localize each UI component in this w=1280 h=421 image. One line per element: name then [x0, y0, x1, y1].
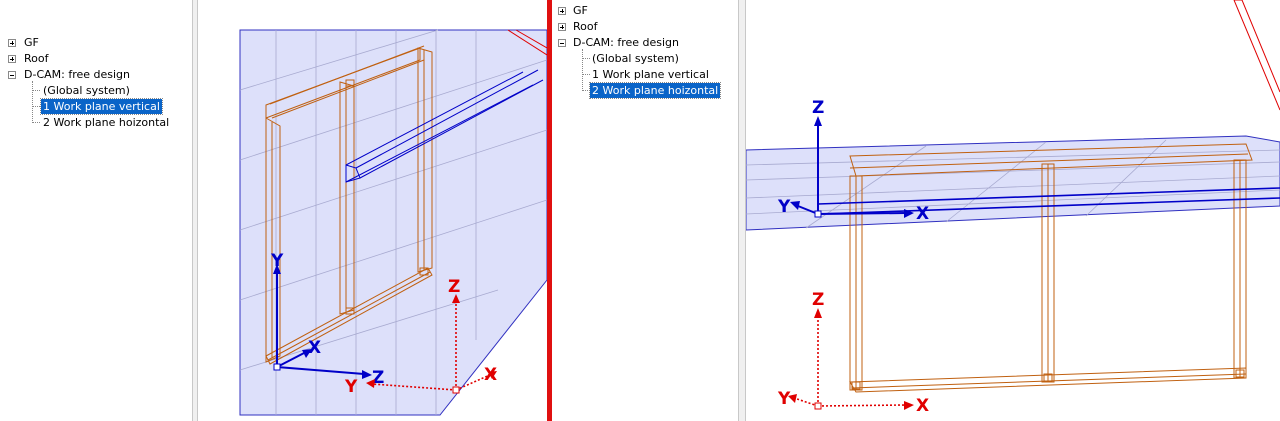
tree-item-label: 2 Work plane hoizontal — [588, 82, 722, 99]
global-axis-label-x: X — [484, 365, 497, 385]
global-axis-label-y: Y — [777, 389, 791, 409]
expand-icon[interactable] — [8, 55, 16, 63]
left-3d-viewport[interactable]: Y X Z Z Y X — [198, 0, 547, 421]
tree-item-gf[interactable]: GF — [552, 3, 736, 19]
axis-label-x: X — [308, 338, 321, 358]
global-axis-label-y: Y — [344, 377, 358, 397]
tree-item-roof[interactable]: Roof — [0, 51, 190, 67]
tree-item-global-system[interactable]: (Global system) — [552, 51, 736, 67]
tree-item-label: Roof — [573, 20, 598, 33]
axis-label-z: Z — [812, 98, 824, 118]
right-scene: Z Y X Z Y X — [746, 0, 1280, 416]
global-axis-label-z: Z — [448, 277, 460, 297]
tree-item-label: 1 Work plane vertical — [40, 98, 163, 115]
collapse-icon[interactable] — [558, 39, 566, 47]
tree-item-label: 1 Work plane vertical — [592, 68, 709, 81]
tree-item-work-plane-horizontal[interactable]: 2 Work plane hoizontal — [0, 115, 190, 131]
global-axis-label-x: X — [916, 396, 929, 416]
tree-item-global-system[interactable]: (Global system) — [0, 83, 190, 99]
tree-item-label: GF — [573, 4, 588, 17]
left-scene: Y X Z Z Y X — [239, 29, 547, 416]
axis-label-y: Y — [270, 251, 284, 271]
tree-item-dcam[interactable]: D-CAM: free design — [552, 35, 736, 51]
tree-item-label: 2 Work plane hoizontal — [43, 116, 170, 129]
axis-label-x: X — [916, 204, 929, 224]
panel-splitter[interactable] — [738, 0, 746, 421]
global-axis-label-z: Z — [812, 290, 824, 310]
collapse-icon[interactable] — [8, 71, 16, 79]
right-3d-viewport[interactable]: Z Y X Z Y X — [746, 0, 1280, 421]
left-project-tree: GF Roof D-CAM: free design (Global syste… — [0, 0, 192, 421]
expand-icon[interactable] — [558, 7, 566, 15]
tree-item-label: Roof — [24, 52, 49, 65]
tree-item-label: D-CAM: free design — [24, 68, 131, 81]
tree-item-label: (Global system) — [592, 52, 679, 65]
tree-item-label: (Global system) — [43, 84, 130, 97]
tree-item-dcam[interactable]: D-CAM: free design — [0, 67, 190, 83]
expand-icon[interactable] — [558, 23, 566, 31]
tree-item-work-plane-vertical[interactable]: 1 Work plane vertical — [552, 67, 736, 83]
work-plane-horizontal — [746, 135, 1280, 231]
tree-item-work-plane-vertical[interactable]: 1 Work plane vertical — [0, 98, 190, 115]
tree-item-gf[interactable]: GF — [0, 35, 190, 51]
work-plane-vertical — [239, 29, 547, 416]
tree-item-roof[interactable]: Roof — [552, 19, 736, 35]
axis-label-y: Y — [777, 197, 791, 217]
tree-item-label: GF — [24, 36, 39, 49]
tree-item-work-plane-horizontal[interactable]: 2 Work plane hoizontal — [552, 82, 736, 99]
expand-icon[interactable] — [8, 39, 16, 47]
right-project-tree: GF Roof D-CAM: free design (Global syste… — [552, 0, 738, 421]
global-axes-arrowheads — [788, 308, 914, 410]
tree-item-label: D-CAM: free design — [573, 36, 680, 49]
roof-element — [1233, 0, 1280, 111]
